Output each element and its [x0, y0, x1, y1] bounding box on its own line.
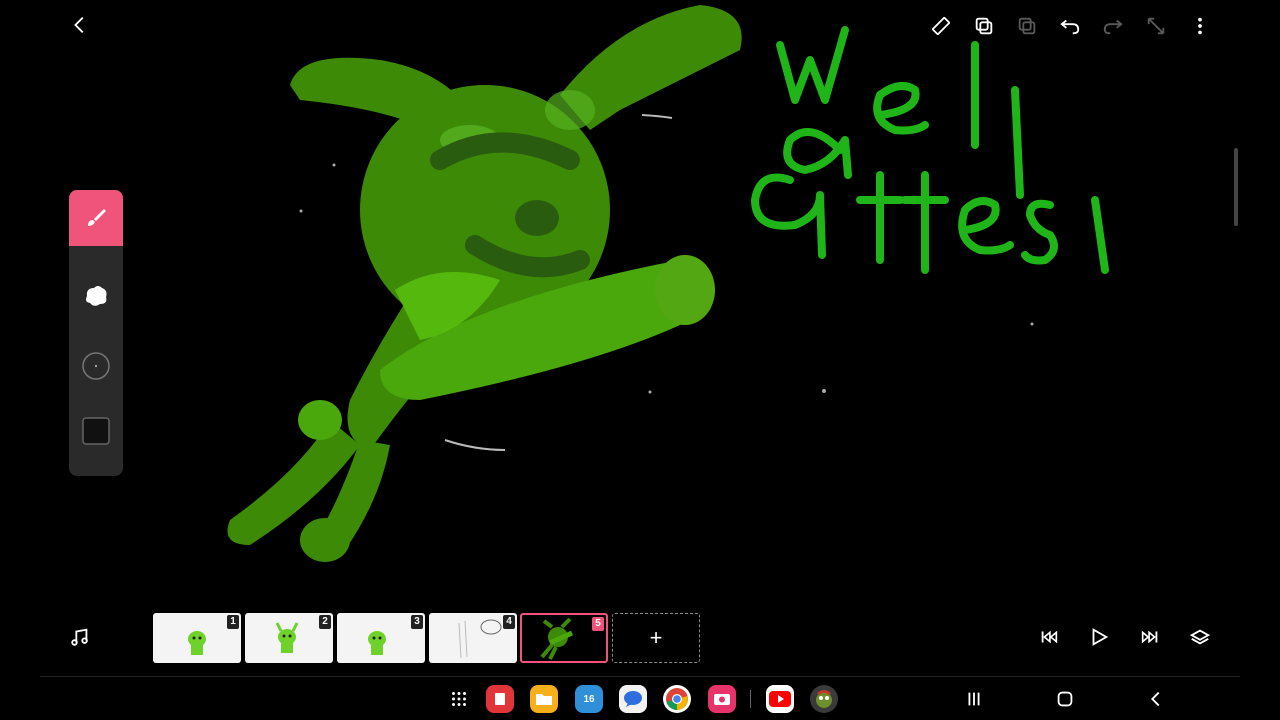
recents-icon[interactable] — [958, 683, 990, 715]
canvas-scrollbar[interactable] — [1234, 148, 1238, 226]
drawing-canvas[interactable] — [0, 0, 1280, 600]
expand-icon[interactable] — [1140, 10, 1172, 42]
onion-skin-icon[interactable] — [1184, 621, 1216, 653]
youtube-app-icon[interactable] — [766, 685, 794, 713]
files-app-icon[interactable] — [530, 685, 558, 713]
play-icon[interactable] — [1083, 621, 1115, 653]
top-toolbar — [0, 0, 1280, 52]
eraser-tool-button[interactable] — [69, 268, 123, 324]
brush-size-button[interactable] — [69, 338, 123, 394]
system-navbar: 16 — [0, 678, 1280, 720]
nav-divider — [40, 676, 1240, 677]
skip-back-icon[interactable] — [1033, 621, 1065, 653]
frame-thumbnail-2[interactable]: 2 — [245, 613, 333, 663]
brush-icon — [88, 209, 106, 226]
app-drawer-icon[interactable] — [443, 683, 475, 715]
frame-thumbnail-5[interactable]: 5 — [520, 613, 608, 663]
camera-app-icon[interactable] — [708, 685, 736, 713]
frame-thumbnail-1[interactable]: 1 — [153, 613, 241, 663]
brush-tool-button[interactable] — [69, 190, 123, 246]
ruler-icon[interactable] — [925, 10, 957, 42]
undo-icon[interactable] — [1054, 10, 1086, 42]
copy-layer-icon[interactable] — [968, 10, 1000, 42]
tool-palette — [69, 190, 123, 476]
redo-icon[interactable] — [1097, 10, 1129, 42]
back-nav-icon[interactable] — [1140, 683, 1172, 715]
frame-thumbnail-3[interactable]: 3 — [337, 613, 425, 663]
home-icon[interactable] — [1049, 683, 1081, 715]
add-frame-button[interactable]: + — [612, 613, 700, 663]
back-icon[interactable] — [64, 9, 96, 41]
frame-thumbnail-4[interactable]: 4 — [429, 613, 517, 663]
color-swatch-icon — [82, 417, 110, 445]
calendar-app-icon[interactable]: 16 — [575, 685, 603, 713]
frame-timeline: 1 2 3 4 5 + — [0, 605, 1280, 669]
music-icon[interactable] — [64, 621, 96, 653]
brush-size-icon — [82, 352, 110, 380]
chrome-app-icon[interactable] — [663, 685, 691, 713]
game-app-icon[interactable] — [810, 685, 838, 713]
more-vert-icon[interactable] — [1184, 10, 1216, 42]
dock-separator — [750, 690, 751, 708]
notes-app-icon[interactable] — [486, 685, 514, 713]
skip-forward-icon[interactable] — [1134, 621, 1166, 653]
eraser-icon — [86, 286, 107, 306]
paste-layer-icon[interactable] — [1011, 10, 1043, 42]
color-swatch-button[interactable] — [69, 403, 123, 459]
messages-app-icon[interactable] — [619, 685, 647, 713]
